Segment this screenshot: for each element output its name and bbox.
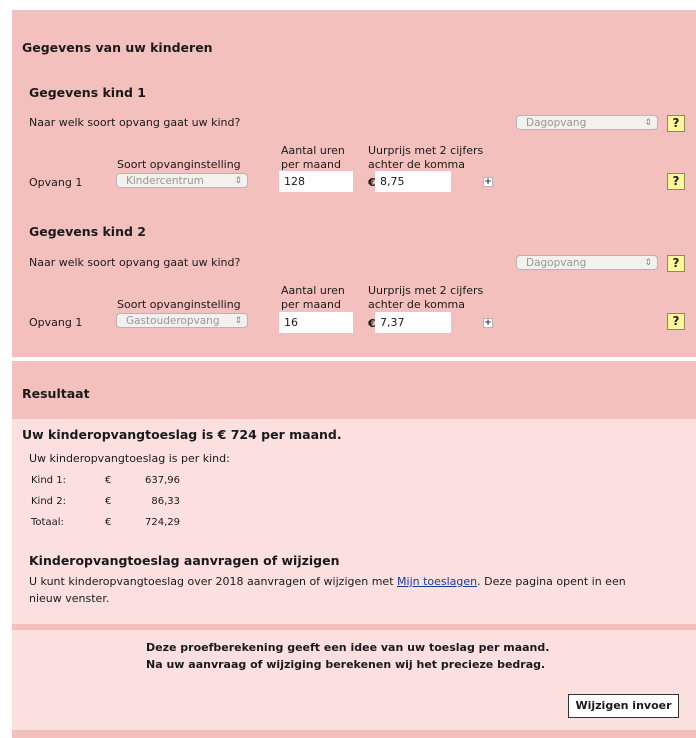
kid1-title: Gegevens kind 1 bbox=[29, 85, 146, 100]
kid2-col-uren-2: per maand bbox=[281, 298, 341, 311]
apply-title: Kinderopvangtoeslag aanvragen of wijzige… bbox=[29, 553, 340, 568]
children-panel bbox=[12, 10, 696, 357]
kid2-title: Gegevens kind 2 bbox=[29, 224, 146, 239]
result-row-currency: € bbox=[105, 517, 112, 528]
children-section-title: Gegevens van uw kinderen bbox=[22, 40, 213, 55]
kid2-row-label: Opvang 1 bbox=[29, 316, 83, 329]
kid2-opvang-help-button[interactable]: ? bbox=[667, 313, 685, 330]
apply-text: U kunt kinderopvangtoeslag over 2018 aan… bbox=[29, 575, 669, 588]
wijzigen-invoer-button[interactable]: Wijzigen invoer bbox=[568, 694, 679, 718]
result-row-label: Totaal: bbox=[31, 517, 64, 528]
result-row-value: 724,29 bbox=[145, 517, 180, 528]
result-row-value: 86,33 bbox=[151, 496, 180, 507]
kid1-prijs-input[interactable]: 8,75 bbox=[375, 171, 451, 192]
kid1-instelling-value: Kindercentrum bbox=[126, 175, 204, 187]
kid1-opvang-help-button[interactable]: ? bbox=[667, 173, 685, 190]
kid2-instelling-value: Gastouderopvang bbox=[126, 315, 220, 327]
apply-text-3: nieuw venster. bbox=[29, 592, 110, 605]
select-arrows-icon: ⇕ bbox=[644, 118, 652, 128]
result-row-label: Kind 1: bbox=[31, 475, 66, 486]
kid1-col-uren-2: per maand bbox=[281, 158, 341, 171]
result-row-currency: € bbox=[105, 496, 112, 507]
kid1-instelling-select[interactable]: Kindercentrum ⇕ bbox=[116, 173, 248, 188]
kid1-col-instelling: Soort opvanginstelling bbox=[117, 158, 241, 171]
kid1-uren-input[interactable]: 128 bbox=[279, 171, 353, 192]
footer-line-1: Deze proefberekening geeft een idee van … bbox=[146, 641, 550, 654]
apply-text-2: . Deze pagina opent in een bbox=[477, 575, 626, 588]
kid2-col-uren-1: Aantal uren bbox=[281, 284, 345, 297]
kid2-col-prijs-2: achter de komma bbox=[368, 298, 465, 311]
kid1-question-help-button[interactable]: ? bbox=[667, 115, 685, 132]
kid1-col-uren-1: Aantal uren bbox=[281, 144, 345, 157]
kid2-uren-input[interactable]: 16 bbox=[279, 312, 353, 333]
select-arrows-icon: ⇕ bbox=[644, 258, 652, 268]
select-arrows-icon: ⇕ bbox=[234, 176, 242, 186]
result-row-currency: € bbox=[105, 475, 112, 486]
kid2-opvang-type-value: Dagopvang bbox=[526, 257, 587, 269]
apply-text-1: U kunt kinderopvangtoeslag over 2018 aan… bbox=[29, 575, 398, 588]
result-headline: Uw kinderopvangtoeslag is € 724 per maan… bbox=[22, 427, 342, 442]
kid2-col-instelling: Soort opvanginstelling bbox=[117, 298, 241, 311]
result-row-value: 637,96 bbox=[145, 475, 180, 486]
result-row-label: Kind 2: bbox=[31, 496, 66, 507]
kid1-question: Naar welk soort opvang gaat uw kind? bbox=[29, 116, 241, 129]
kid2-question: Naar welk soort opvang gaat uw kind? bbox=[29, 256, 241, 269]
kid1-opvang-type-select[interactable]: Dagopvang ⇕ bbox=[516, 115, 658, 130]
result-header-panel bbox=[12, 361, 696, 419]
result-title: Resultaat bbox=[22, 386, 90, 401]
kid2-col-prijs-1: Uurprijs met 2 cijfers bbox=[368, 284, 484, 297]
bottom-strip bbox=[12, 730, 696, 738]
kid2-opvang-type-select[interactable]: Dagopvang ⇕ bbox=[516, 255, 658, 270]
result-per-kind-label: Uw kinderopvangtoeslag is per kind: bbox=[29, 452, 230, 465]
kid2-prijs-input[interactable]: 7,37 bbox=[375, 312, 451, 333]
kid1-opvang-type-value: Dagopvang bbox=[526, 117, 587, 129]
kid2-question-help-button[interactable]: ? bbox=[667, 255, 685, 272]
kid1-col-prijs-1: Uurprijs met 2 cijfers bbox=[368, 144, 484, 157]
kid1-col-prijs-2: achter de komma bbox=[368, 158, 465, 171]
kid2-instelling-select[interactable]: Gastouderopvang ⇕ bbox=[116, 313, 248, 328]
mijn-toeslagen-link[interactable]: Mijn toeslagen bbox=[397, 575, 477, 588]
result-body-panel bbox=[12, 419, 696, 624]
footer-line-2: Na uw aanvraag of wijziging berekenen wi… bbox=[146, 658, 546, 671]
select-arrows-icon: ⇕ bbox=[234, 316, 242, 326]
kid1-add-opvang-button[interactable]: + bbox=[483, 177, 493, 187]
kid1-row-label: Opvang 1 bbox=[29, 176, 83, 189]
kid2-add-opvang-button[interactable]: + bbox=[483, 318, 493, 328]
